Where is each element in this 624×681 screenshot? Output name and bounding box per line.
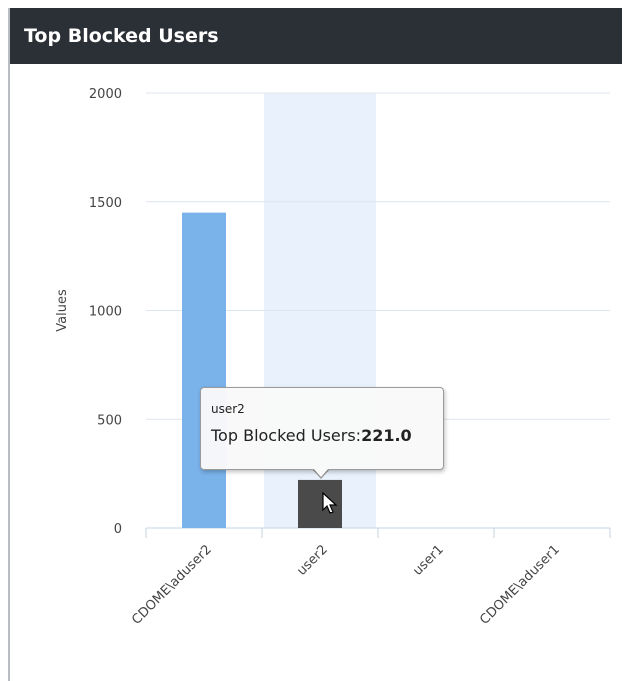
x-tick-label: user2 xyxy=(294,542,331,579)
x-tick-label: CDOME\aduser2 xyxy=(129,542,215,628)
chart-tooltip: user2 Top Blocked Users:221.0 xyxy=(200,387,444,470)
bar xyxy=(182,212,226,528)
tooltip-arrow-inner xyxy=(313,468,329,477)
y-tick-label: 1500 xyxy=(89,196,122,211)
tooltip-header: user2 xyxy=(211,402,245,416)
tooltip-body: Top Blocked Users:221.0 xyxy=(211,426,443,445)
mouse-pointer-icon xyxy=(322,492,338,514)
y-axis-label: Values xyxy=(55,289,70,332)
y-tick-label: 2000 xyxy=(89,87,122,102)
x-tick-label: CDOME\aduser1 xyxy=(477,542,563,628)
y-tick-label: 1000 xyxy=(89,305,122,320)
tooltip-value: 221.0 xyxy=(361,426,412,445)
tooltip-label: Top Blocked Users: xyxy=(211,426,362,445)
y-tick-label: 500 xyxy=(97,413,122,428)
x-tick-label: user1 xyxy=(410,542,447,579)
bar-chart: 0 500 1000 1500 2000 Values CDOME\aduser2 user2… xyxy=(55,87,611,628)
y-tick-label: 0 xyxy=(114,522,122,537)
